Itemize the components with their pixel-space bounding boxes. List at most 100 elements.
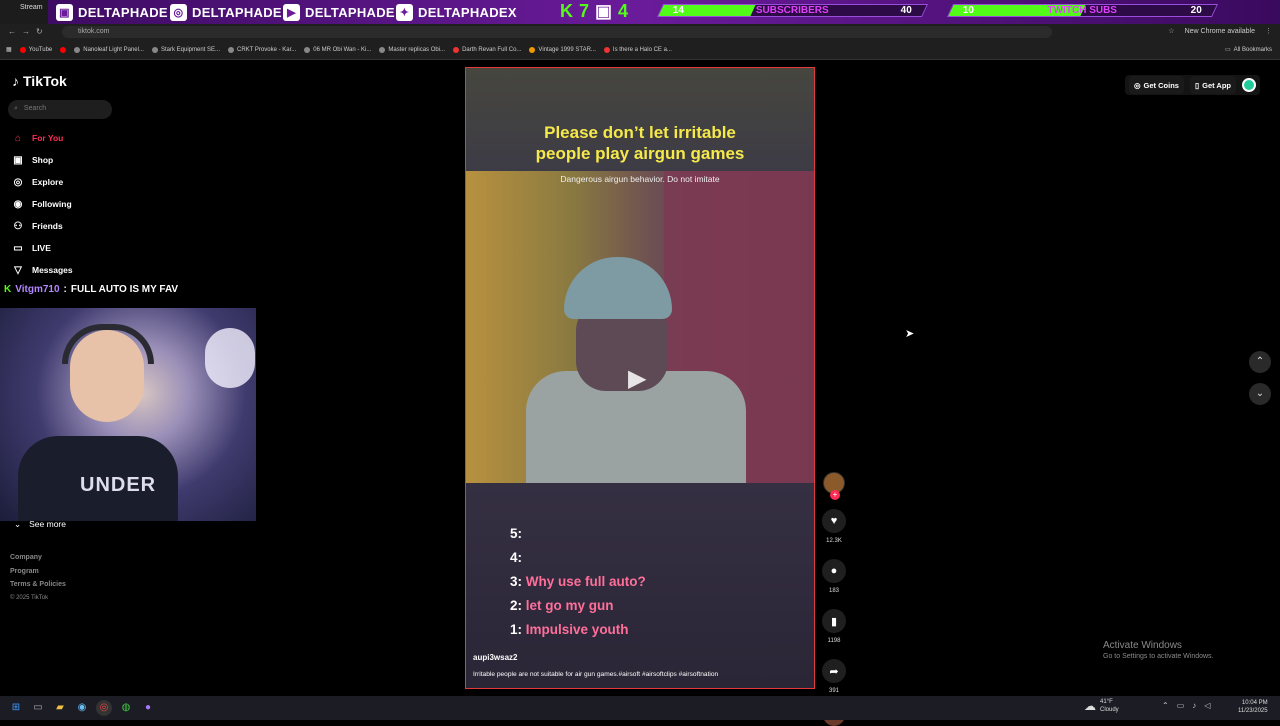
apps-icon[interactable]: ▦ [6, 46, 12, 53]
discord-icon[interactable]: ● [140, 700, 156, 716]
save-action[interactable]: ▮ 1198 [822, 609, 846, 644]
bookmark-item[interactable]: CRKT Provoke - Kar... [228, 46, 296, 53]
activate-windows-watermark: Activate Windows Go to Settings to activ… [1103, 640, 1214, 660]
sidebar-item-following[interactable]: ◉ Following [12, 193, 132, 215]
kick-icon: K [4, 284, 12, 295]
update-chrome-button[interactable]: New Chrome available [1185, 28, 1255, 35]
youtube-icon [19, 46, 26, 53]
url-text: tiktok.com [78, 28, 110, 35]
bookmark-icon [304, 46, 311, 53]
sidebar-item-explore[interactable]: ◎ Explore [12, 171, 132, 193]
social-twitter: ✦ DELTAPHADEX [396, 2, 517, 22]
search-input[interactable]: ⌕ Search [8, 100, 112, 119]
previous-video-button[interactable]: ⌃ [1249, 351, 1271, 373]
comment-icon[interactable]: ● [822, 559, 846, 583]
speaker-icon[interactable]: ◁ [1204, 701, 1210, 710]
profile-avatar[interactable] [1242, 78, 1256, 92]
bookmark-label: Nanoleaf Light Panel... [83, 46, 144, 53]
network-icon[interactable]: ▭ [1177, 701, 1185, 710]
share-count: 391 [828, 688, 839, 694]
sidebar-item-label: Following [32, 199, 72, 209]
app-icon[interactable]: ◍ [118, 700, 134, 716]
get-coins-button[interactable]: ◎ Get Coins [1129, 76, 1184, 94]
sidebar-item-for-you[interactable]: ⌂ For You [12, 127, 132, 149]
sidebar-item-label: Messages [32, 265, 73, 275]
see-more-button[interactable]: ⌄ See more [14, 519, 66, 530]
social-handle: DELTAPHADE [78, 4, 168, 20]
bookmarks-bar: ▦ YouTube Nanoleaf Light Panel... Stark … [0, 40, 1280, 60]
weather-widget[interactable]: ☁ 41°F Cloudy [1084, 698, 1119, 714]
shop-icon: ▣ [13, 154, 23, 166]
bookmark-item[interactable] [60, 46, 67, 53]
bookmark-item[interactable]: Nanoleaf Light Panel... [74, 46, 144, 53]
star-icon[interactable]: ☆ [1168, 27, 1174, 35]
youtube-icon [60, 46, 67, 53]
sidebar-item-messages[interactable]: ▽ Messages [12, 259, 132, 281]
browser-tab-label: Stream [20, 4, 43, 11]
mic-icon[interactable]: ♪ [1192, 701, 1196, 710]
chrome-icon[interactable]: ◎ [96, 700, 112, 716]
windows-start-icon[interactable]: ⊞ [8, 700, 24, 716]
video-player[interactable]: Please don’t let irritable people play ai… [465, 67, 815, 689]
system-tray: ⌃ ▭ ♪ ◁ [1162, 701, 1210, 710]
footer-link-program[interactable]: Program [10, 565, 66, 579]
address-bar-row: ←→↻ tiktok.com ☆ New Chrome available ⋮ [0, 24, 1280, 40]
cloud-icon: ☁ [1084, 699, 1096, 713]
like-action[interactable]: ♥ 12.3K [822, 509, 846, 544]
ranking-text: Why use full auto? [525, 574, 646, 589]
bookmark-icon [151, 46, 158, 53]
steam-icon[interactable]: ◉ [74, 700, 90, 716]
sidebar-item-live[interactable]: ▭ LIVE [12, 237, 132, 259]
twitter-icon: ✦ [396, 3, 413, 21]
nav-arrows[interactable]: ←→↻ [8, 27, 49, 36]
tiktok-logo[interactable]: ♪ TikTok [12, 73, 67, 89]
subscribers-label: SUBSCRIBERS [755, 5, 829, 16]
follow-plus-icon[interactable]: + [830, 490, 840, 500]
play-icon[interactable]: ▶ [628, 364, 646, 393]
video-author[interactable]: aupi3wsaz2 [473, 653, 517, 662]
comment-action[interactable]: ● 183 [822, 559, 846, 594]
browser-tab[interactable]: Stream [0, 0, 48, 24]
creator-avatar[interactable]: + [823, 472, 845, 500]
clock-date: 11/23/2025 [1238, 708, 1268, 714]
all-bookmarks-button[interactable]: ▭ All Bookmarks [1225, 46, 1272, 54]
bookmark-item[interactable]: Master replicas Obi... [379, 46, 445, 53]
bookmark-icon[interactable]: ▮ [822, 609, 846, 633]
following-icon: ◉ [13, 198, 23, 210]
bookmark-label: 06 MR Obi Wan - Ki... [313, 46, 372, 53]
menu-dots-icon[interactable]: ⋮ [1265, 27, 1272, 35]
live-icon: ▭ [13, 242, 23, 254]
share-action[interactable]: ➦ 391 [822, 659, 846, 694]
tray-chevron-icon[interactable]: ⌃ [1162, 701, 1169, 710]
bookmark-label: Vintage 1999 STAR... [538, 46, 596, 53]
bookmark-item[interactable]: 06 MR Obi Wan - Ki... [304, 46, 372, 53]
sidebar-item-shop[interactable]: ▣ Shop [12, 149, 132, 171]
activate-subtitle: Go to Settings to activate Windows. [1103, 653, 1214, 660]
sidebar-item-label: Friends [32, 221, 63, 231]
bookmark-item[interactable]: Stark Equipment SE... [151, 46, 220, 53]
footer-link-terms[interactable]: Terms & Policies [10, 578, 66, 592]
file-explorer-icon[interactable]: ▰ [52, 700, 68, 716]
sidebar-item-friends[interactable]: ⚇ Friends [12, 215, 132, 237]
heart-icon[interactable]: ♥ [822, 509, 846, 533]
bookmark-item[interactable]: Vintage 1999 STAR... [529, 46, 596, 53]
footer-link-company[interactable]: Company [10, 551, 66, 565]
video-description[interactable]: Irritable people are not suitable for ai… [473, 671, 718, 678]
shirt-text: UNDER [80, 474, 157, 496]
bookmark-item[interactable]: Darth Revan Full Co... [453, 46, 521, 53]
ranking-item: 4: [510, 546, 646, 570]
see-more-label: See more [29, 519, 66, 529]
system-clock[interactable]: 10:04 PM 11/23/2025 [1238, 699, 1268, 715]
url-field[interactable]: tiktok.com [62, 26, 1052, 38]
bookmark-item[interactable]: Is there a Halo CE a... [603, 46, 672, 53]
next-video-button[interactable]: ⌄ [1249, 383, 1271, 405]
get-app-button[interactable]: ▯ Get App [1189, 76, 1236, 94]
task-view-icon[interactable]: ▭ [30, 700, 46, 716]
windows-taskbar: ⊞ ▭ ▰ ◉ ◎ ◍ ● ☁ 41°F Cloudy ⌃ ▭ ♪ ◁ 10:04… [0, 696, 1280, 720]
instagram-icon: ◎ [170, 3, 187, 21]
share-icon[interactable]: ➦ [822, 659, 846, 683]
header-pill-group: ◎ Get Coins ▯ Get App [1125, 75, 1260, 95]
subscribers-target: 40 [900, 5, 912, 16]
bookmark-item[interactable]: YouTube [19, 46, 52, 53]
ranking-number: 3: [510, 574, 523, 589]
